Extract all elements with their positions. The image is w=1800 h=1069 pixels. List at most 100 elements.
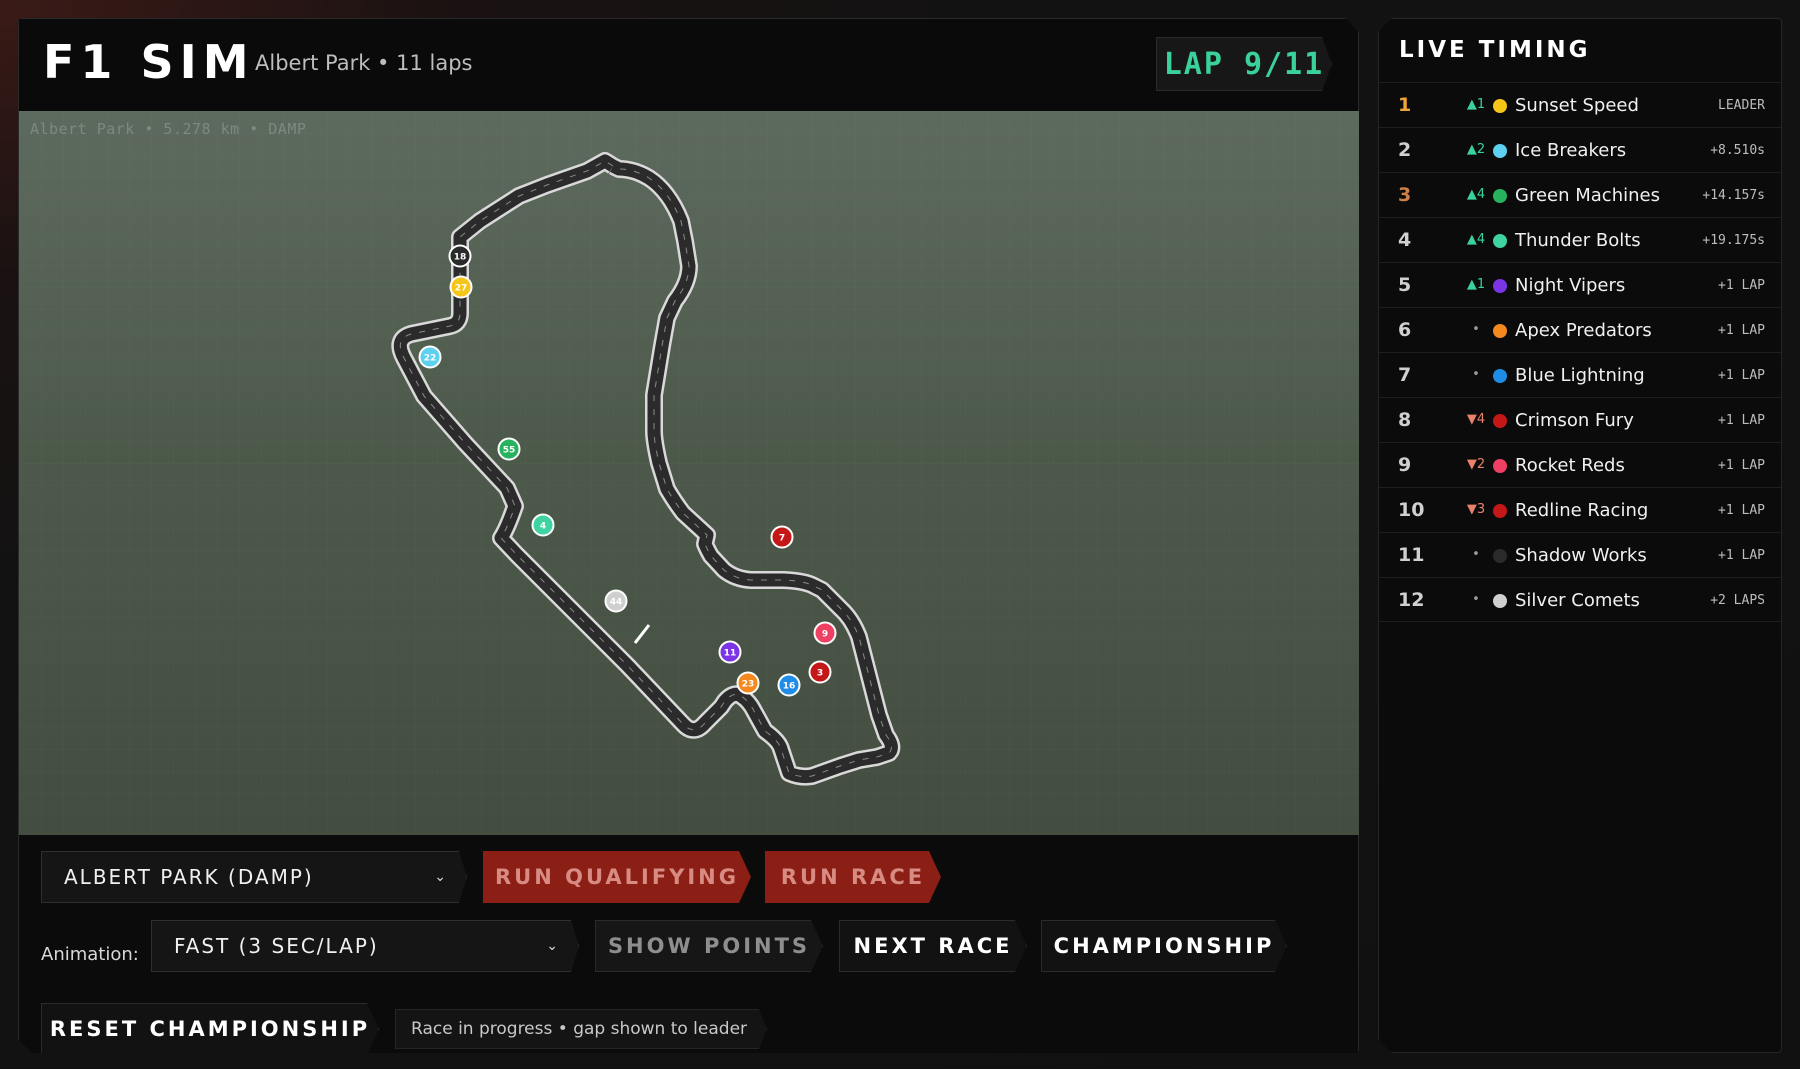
car-marker[interactable]: 16 [779, 675, 800, 696]
position: 9 [1398, 454, 1412, 476]
reset-championship-button[interactable]: RESET CHAMPIONSHIP [41, 1003, 379, 1055]
position: 6 [1398, 319, 1412, 341]
car-number: 55 [503, 446, 516, 456]
run-qualifying-button[interactable]: RUN QUALIFYING [483, 851, 751, 903]
timing-row[interactable]: 10 ▼3 Redline Racing +1 LAP [1379, 487, 1781, 532]
team-color-dot [1493, 144, 1507, 158]
animation-label: Animation: [41, 944, 139, 965]
position: 12 [1398, 589, 1425, 611]
team-color-dot [1493, 234, 1507, 248]
car-number: 23 [742, 680, 755, 690]
team-name: Crimson Fury [1515, 410, 1634, 431]
car-number: 18 [454, 253, 467, 263]
gap: +19.175s [1702, 233, 1765, 248]
team-color-dot [1493, 594, 1507, 608]
car-marker[interactable]: 55 [499, 439, 520, 460]
show-points-button[interactable]: SHOW POINTS [595, 920, 823, 972]
gap: +1 LAP [1718, 323, 1765, 338]
timing-list: 1 ▲1 Sunset Speed LEADER 2 ▲2 Ice Breakers +8.5… [1379, 82, 1781, 622]
next-race-button[interactable]: NEXT RACE [839, 920, 1027, 972]
position-change: • [1472, 367, 1480, 382]
track-map: 18 27 22 55 4 44 7 9 3 16 23 11 Albert Park • 5.278… [19, 111, 1360, 835]
timing-row[interactable]: 5 ▲1 Night Vipers +1 LAP [1379, 262, 1781, 307]
controls-panel: ALBERT PARK (DAMP) ⌄ RUN QUALIFYING RUN … [19, 835, 1358, 1054]
track-svg: 18272255444793162311 [19, 111, 1360, 835]
car-marker[interactable]: 4 [533, 515, 554, 536]
timing-row[interactable]: 7 • Blue Lightning +1 LAP [1379, 352, 1781, 397]
race-subtitle: Albert Park • 11 laps [255, 51, 473, 75]
position-change: ▲4 [1466, 232, 1486, 247]
position: 3 [1398, 184, 1412, 206]
chevron-down-icon: ⌄ [434, 869, 448, 885]
position: 11 [1398, 544, 1425, 566]
car-marker[interactable]: 27 [451, 277, 472, 298]
animation-select[interactable]: FAST (3 SEC/LAP) ⌄ [151, 920, 579, 972]
team-name: Thunder Bolts [1515, 230, 1641, 251]
gap: +1 LAP [1718, 503, 1765, 518]
team-name: Blue Lightning [1515, 365, 1645, 386]
track-caption: Albert Park • 5.278 km • DAMP [30, 120, 307, 138]
gap: +1 LAP [1718, 278, 1765, 293]
team-name: Apex Predators [1515, 320, 1652, 341]
gap: +14.157s [1702, 188, 1765, 203]
gap: +8.510s [1710, 143, 1765, 158]
position-change: ▼3 [1466, 502, 1486, 517]
team-color-dot [1493, 459, 1507, 473]
team-name: Shadow Works [1515, 545, 1647, 566]
car-marker[interactable]: 23 [738, 673, 759, 694]
animation-select-value: FAST (3 SEC/LAP) [174, 934, 379, 958]
team-name: Ice Breakers [1515, 140, 1627, 161]
track-select-value: ALBERT PARK (DAMP) [64, 865, 314, 889]
position-change: ▼2 [1466, 457, 1486, 472]
position-change: • [1472, 592, 1480, 607]
live-timing-panel: LIVE TIMING 1 ▲1 Sunset Speed LEADER 2 ▲2 Ice … [1378, 18, 1782, 1053]
team-color-dot [1493, 549, 1507, 563]
position-change: ▲4 [1466, 187, 1486, 202]
status-message: Race in progress • gap shown to leader [395, 1009, 767, 1049]
car-number: 9 [822, 630, 828, 640]
car-marker[interactable]: 9 [815, 623, 836, 644]
position: 8 [1398, 409, 1412, 431]
position-change: ▲1 [1466, 277, 1486, 292]
timing-row[interactable]: 3 ▲4 Green Machines +14.157s [1379, 172, 1781, 217]
timing-row[interactable]: 12 • Silver Comets +2 LAPS [1379, 577, 1781, 622]
timing-row[interactable]: 6 • Apex Predators +1 LAP [1379, 307, 1781, 352]
gap: +1 LAP [1718, 413, 1765, 428]
car-marker[interactable]: 18 [450, 246, 471, 267]
team-name: Rocket Reds [1515, 455, 1625, 476]
position-change: ▲1 [1466, 97, 1486, 112]
timing-row[interactable]: 4 ▲4 Thunder Bolts +19.175s [1379, 217, 1781, 262]
car-number: 16 [783, 682, 796, 692]
car-marker[interactable]: 3 [810, 662, 831, 683]
position: 1 [1398, 94, 1412, 116]
car-marker[interactable]: 44 [606, 591, 627, 612]
position-change: • [1472, 547, 1480, 562]
run-race-button[interactable]: RUN RACE [765, 851, 941, 903]
team-color-dot [1493, 324, 1507, 338]
position-change: • [1472, 322, 1480, 337]
team-name: Silver Comets [1515, 590, 1640, 611]
team-name: Green Machines [1515, 185, 1660, 206]
team-color-dot [1493, 369, 1507, 383]
car-marker[interactable]: 7 [772, 527, 793, 548]
championship-button[interactable]: CHAMPIONSHIP [1041, 920, 1287, 972]
gap: +1 LAP [1718, 458, 1765, 473]
timing-row[interactable]: 2 ▲2 Ice Breakers +8.510s [1379, 127, 1781, 172]
car-marker[interactable]: 22 [420, 347, 441, 368]
race-panel: F1 SIM Albert Park • 11 laps LAP 9/11 18… [18, 18, 1359, 1053]
track-select[interactable]: ALBERT PARK (DAMP) ⌄ [41, 851, 467, 903]
team-color-dot [1493, 279, 1507, 293]
gap: +1 LAP [1718, 548, 1765, 563]
team-name: Sunset Speed [1515, 95, 1639, 116]
lap-counter: LAP 9/11 [1156, 37, 1332, 91]
gap: +2 LAPS [1710, 593, 1765, 608]
car-number: 11 [724, 649, 737, 659]
timing-row[interactable]: 8 ▼4 Crimson Fury +1 LAP [1379, 397, 1781, 442]
car-marker[interactable]: 11 [720, 642, 741, 663]
timing-row[interactable]: 11 • Shadow Works +1 LAP [1379, 532, 1781, 577]
timing-row[interactable]: 9 ▼2 Rocket Reds +1 LAP [1379, 442, 1781, 487]
car-number: 4 [540, 522, 546, 532]
team-name: Redline Racing [1515, 500, 1649, 521]
header: F1 SIM Albert Park • 11 laps LAP 9/11 [19, 19, 1358, 111]
timing-row[interactable]: 1 ▲1 Sunset Speed LEADER [1379, 82, 1781, 127]
